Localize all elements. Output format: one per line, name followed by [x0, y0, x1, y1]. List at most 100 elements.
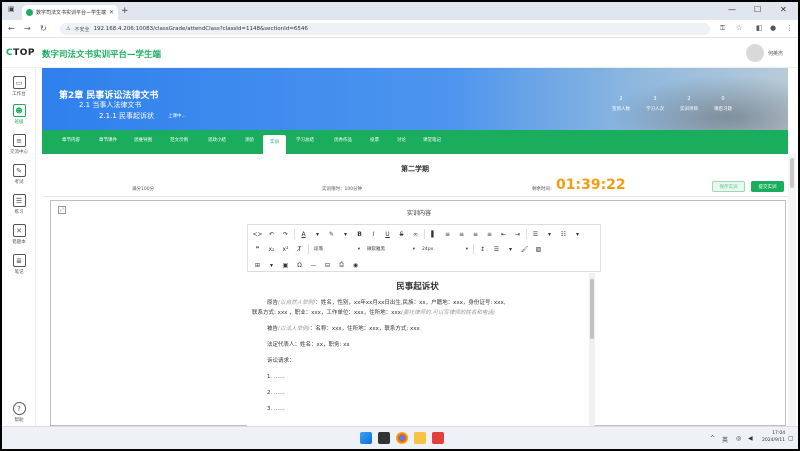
align-left-icon[interactable]: ≡: [442, 229, 453, 240]
chevron-down-icon[interactable]: ▾: [505, 244, 516, 255]
outdent-icon[interactable]: ⇤: [498, 229, 509, 240]
page-scrollbar[interactable]: [788, 154, 796, 426]
paragraph-format-select[interactable]: 段落 ▾: [312, 244, 362, 254]
insert-image-icon[interactable]: ▣: [280, 260, 291, 271]
bullet-list-icon[interactable]: ☰: [530, 229, 541, 240]
tab-summary[interactable]: 思政小结: [208, 137, 226, 143]
bold-icon[interactable]: B: [354, 229, 365, 240]
sidebar-item-help[interactable]: ? 帮助: [2, 402, 36, 423]
tab-training[interactable]: 实训: [263, 135, 286, 154]
italic-icon[interactable]: I: [368, 229, 379, 240]
special-char-icon[interactable]: Ω: [294, 260, 305, 271]
submit-button[interactable]: 提交实训: [751, 181, 784, 192]
line-height-icon[interactable]: ↕: [477, 244, 488, 255]
tab-chapter-content[interactable]: 章节内容: [62, 137, 80, 143]
chrome-icon[interactable]: [396, 432, 408, 444]
tab-class-notes[interactable]: 课堂笔记: [423, 137, 441, 143]
subscript-icon[interactable]: x₂: [266, 244, 277, 255]
taskbar: ^ 英 ◎ ◀ 17:04 2024/9/11 ▢: [2, 426, 798, 449]
clock[interactable]: 17:04 2024/9/11: [762, 431, 785, 445]
ime-indicator[interactable]: 英: [722, 435, 728, 444]
chevron-up-icon[interactable]: ^: [710, 435, 715, 442]
clear-format-icon[interactable]: T̸: [294, 244, 305, 255]
redo-icon[interactable]: ↷: [280, 229, 291, 240]
undo-icon[interactable]: ↶: [266, 229, 277, 240]
font-size-select[interactable]: 24px ▾: [420, 244, 470, 254]
code-view-icon[interactable]: <>: [252, 229, 263, 240]
browser-tab[interactable]: 数字司法文书实训平台—学生端 ✕: [22, 5, 118, 20]
format-painter-icon[interactable]: 🖌: [519, 244, 530, 255]
highlight-icon[interactable]: ✎: [326, 229, 337, 240]
sidebar-item-class[interactable]: ☻ 班级: [2, 104, 36, 125]
windows-start-icon[interactable]: [360, 432, 372, 444]
sidebar-item-exam[interactable]: ✎ 考试: [2, 164, 36, 185]
back-icon[interactable]: ←: [8, 24, 15, 33]
tab-discussion[interactable]: 讨论: [397, 137, 406, 143]
sidebar-toggle-icon[interactable]: ◧: [756, 24, 763, 32]
bookmark-icon[interactable]: ▌: [428, 229, 439, 240]
profile-icon[interactable]: ●: [770, 24, 776, 32]
strikethrough-icon[interactable]: S: [396, 229, 407, 240]
chevron-down-icon[interactable]: ▾: [312, 229, 323, 240]
network-icon[interactable]: ◎: [736, 435, 741, 442]
chevron-down-icon[interactable]: ▾: [266, 260, 277, 271]
numbered-list-icon[interactable]: ☷: [558, 229, 569, 240]
align-center-icon[interactable]: ≡: [456, 229, 467, 240]
editor-scrollbar[interactable]: [589, 273, 595, 427]
close-tab-icon[interactable]: ✕: [109, 9, 114, 16]
folder-icon[interactable]: [414, 432, 426, 444]
spacing-icon[interactable]: ☰: [491, 244, 502, 255]
horizontal-rule-icon[interactable]: —: [308, 260, 319, 271]
tab-menu-icon[interactable]: ▣: [8, 5, 18, 15]
maximize-icon[interactable]: ☐: [754, 5, 761, 14]
star-icon[interactable]: ☆: [736, 24, 742, 32]
font-color-icon[interactable]: A: [298, 229, 309, 240]
tab-courseware[interactable]: 章节课件: [99, 137, 117, 143]
align-justify-icon[interactable]: ≡: [484, 229, 495, 240]
tab-vote[interactable]: 投票: [370, 137, 379, 143]
close-window-icon[interactable]: ✕: [780, 5, 787, 14]
new-tab-icon[interactable]: +: [121, 6, 129, 16]
underline-icon[interactable]: U: [382, 229, 393, 240]
quote-icon[interactable]: ❞: [252, 244, 263, 255]
username[interactable]: 何英杰: [768, 50, 783, 57]
font-family-select[interactable]: 微软雅黑 ▾: [365, 244, 417, 254]
align-right-icon[interactable]: ≡: [470, 229, 481, 240]
sidebar-item-communication[interactable]: ≡ 交流中心: [2, 134, 36, 155]
browser-menu-icon[interactable]: ⋮: [786, 24, 793, 32]
url-field[interactable]: ⚠ 不安全 192.168.4.206:10083/classGrade/att…: [60, 23, 710, 35]
avatar[interactable]: [746, 44, 764, 62]
tab-examples[interactable]: 范文示例: [170, 137, 188, 143]
volume-icon[interactable]: ◀: [748, 435, 753, 442]
wps-icon[interactable]: [432, 432, 444, 444]
sidebar-item-workbench[interactable]: ▭ 工作台: [2, 76, 36, 97]
sidebar-item-wrong-book[interactable]: ✕ 错题本: [2, 224, 36, 245]
notification-icon[interactable]: ▢: [788, 435, 794, 442]
preview-icon[interactable]: ◉: [350, 260, 361, 271]
print-icon[interactable]: ⎙: [336, 260, 347, 271]
forward-icon[interactable]: →: [24, 24, 31, 33]
chevron-down-icon[interactable]: ▾: [340, 229, 351, 240]
key-icon[interactable]: ⚿: [720, 24, 725, 33]
reload-icon[interactable]: ↻: [40, 24, 47, 33]
document-editor[interactable]: 民事起诉状 原告(以自然人举例)：姓名，性别，xx年xx月xx日出生,民族：xx…: [247, 273, 589, 427]
page-break-icon[interactable]: ⊟: [322, 260, 333, 271]
superscript-icon[interactable]: x²: [280, 244, 291, 255]
link-icon[interactable]: ∞: [410, 229, 421, 240]
chevron-down-icon[interactable]: ▾: [572, 229, 583, 240]
image-icon[interactable]: ▨: [533, 244, 544, 255]
table-icon[interactable]: ⊞: [252, 260, 263, 271]
tab-excellent-works[interactable]: 优秀作品: [334, 137, 352, 143]
tab-mind-map[interactable]: 思维导图: [134, 137, 152, 143]
minimize-icon[interactable]: —: [728, 5, 736, 14]
sidebar-item-practice[interactable]: ☰ 练习: [2, 194, 36, 215]
sidebar-item-notes[interactable]: ≣ 笔记: [2, 254, 36, 275]
tab-study-summary[interactable]: 学习总结: [296, 137, 314, 143]
tab-quiz[interactable]: 测验: [245, 137, 254, 143]
indent-icon[interactable]: ⇥: [512, 229, 523, 240]
save-button[interactable]: 保存实训: [712, 181, 745, 192]
task-view-icon[interactable]: [378, 432, 390, 444]
practice-icon: ☰: [12, 194, 26, 207]
chevron-down-icon[interactable]: ▾: [544, 229, 555, 240]
not-secure-icon[interactable]: ⚠: [66, 26, 70, 32]
